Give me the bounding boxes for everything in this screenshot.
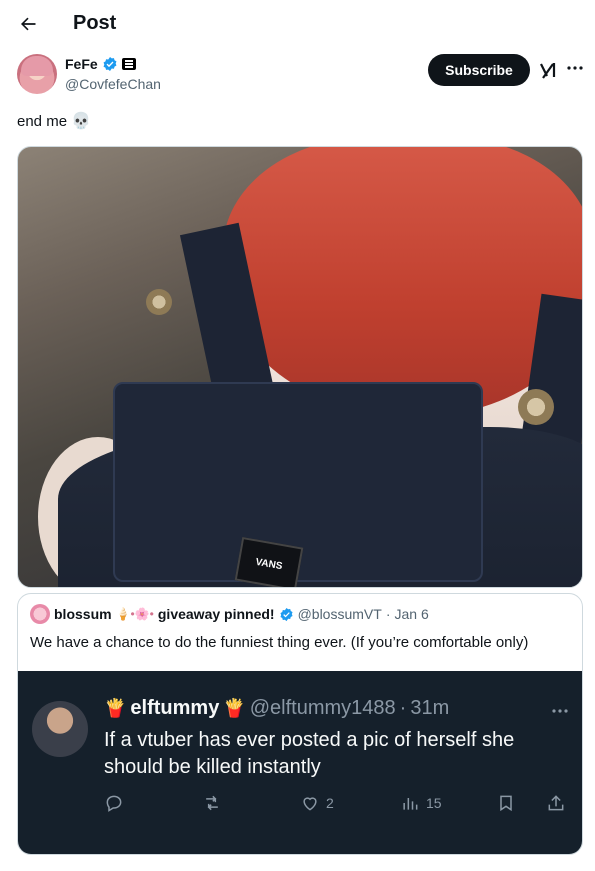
bookmark-icon	[500, 795, 512, 812]
post-text: end me 💀	[17, 113, 91, 130]
post-photo[interactable]: VANS	[17, 146, 583, 588]
post-header: Post	[0, 0, 595, 48]
skull-emoji: 💀	[71, 112, 91, 130]
like-count: 2	[326, 795, 334, 811]
quoted-handle: @blossumVT	[297, 606, 382, 622]
verified-badge-icon	[280, 607, 293, 621]
author-name-row: FeFe	[65, 56, 136, 72]
quoted-date: Jan 6	[394, 606, 429, 622]
share-action	[546, 791, 566, 815]
more-options-icon[interactable]	[565, 58, 585, 78]
like-action: 2	[300, 791, 334, 815]
avatar[interactable]	[17, 54, 57, 94]
quoted-post-header: blossum 🍦•🌸• giveaway pinned! @blossumVT…	[30, 604, 429, 624]
quoted-avatar	[30, 604, 50, 624]
quoted-display-name: blossum	[54, 606, 112, 622]
reply-action	[104, 791, 124, 815]
screenshot-display-name: elftummy	[130, 697, 220, 719]
fries-emoji: 🍟	[223, 698, 246, 718]
screenshot-handle: @elftummy1488	[249, 697, 396, 719]
screenshot-avatar	[32, 701, 88, 757]
views-action: 15	[400, 791, 442, 815]
screenshot-post-text: If a vtuber has ever posted a pic of her…	[104, 729, 515, 778]
screenshot-action-bar: 2 15	[104, 791, 566, 815]
quoted-post-text: We have a chance to do the funniest thin…	[30, 634, 529, 651]
verified-badge-icon	[103, 57, 117, 71]
screenshot-separator: ·	[399, 697, 407, 719]
reply-icon	[106, 795, 122, 812]
more-options-icon	[552, 709, 568, 713]
back-arrow-button[interactable]	[14, 10, 42, 38]
quoted-post[interactable]: blossum 🍦•🌸• giveaway pinned! @blossumVT…	[17, 593, 583, 855]
affiliate-badge-icon	[121, 58, 136, 70]
screenshot-header: 🍟 elftummy 🍟 @elftummy1488 · 31m	[104, 697, 449, 720]
repost-icon	[206, 795, 218, 811]
screenshot-time: 31m	[410, 697, 450, 719]
grok-icon[interactable]	[539, 60, 557, 80]
author-display-name[interactable]: FeFe	[65, 56, 98, 72]
fries-emoji: 🍟	[104, 698, 127, 718]
author-handle[interactable]: @CovfefeChan	[65, 76, 161, 92]
views-icon	[403, 798, 418, 810]
repost-action	[202, 791, 222, 815]
author-row: FeFe @CovfefeChan Subscribe	[17, 54, 587, 98]
heart-icon	[303, 797, 317, 811]
share-icon	[548, 795, 564, 811]
page-title: Post	[73, 12, 117, 34]
post-text-content: end me	[17, 113, 68, 130]
bookmark-action	[496, 791, 516, 815]
quoted-separator: ·	[385, 606, 391, 622]
view-count: 15	[426, 795, 442, 811]
quoted-name-decoration: 🍦•🌸•	[115, 607, 154, 621]
quoted-screenshot: 🍟 elftummy 🍟 @elftummy1488 · 31m If a vt…	[18, 671, 582, 854]
back-arrow-icon	[21, 17, 36, 31]
quoted-name-suffix: giveaway pinned!	[157, 606, 275, 622]
subscribe-button[interactable]: Subscribe	[428, 54, 530, 86]
